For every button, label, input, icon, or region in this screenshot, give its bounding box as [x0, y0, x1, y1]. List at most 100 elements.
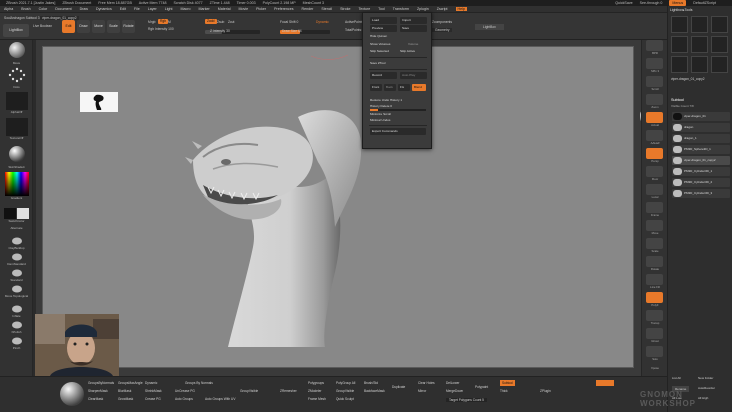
- menu-color[interactable]: Color: [39, 7, 48, 11]
- thick-button[interactable]: Thick: [500, 389, 508, 393]
- front-button[interactable]: Front: [370, 84, 382, 91]
- frame-button[interactable]: [646, 202, 663, 213]
- move-view-button[interactable]: [646, 220, 663, 231]
- mrgb-toggle[interactable]: Mrgb: [148, 20, 156, 24]
- subtool-row[interactable]: PM3D_Cylinder3D_2: [672, 178, 730, 187]
- subtool-row[interactable]: viper-dragon_01: [672, 112, 730, 121]
- tool-thumbnail-8[interactable]: [691, 56, 708, 73]
- skip-active-item[interactable]: Skip Active: [400, 48, 415, 54]
- brush-standard[interactable]: Standard: [3, 268, 30, 282]
- menu-file[interactable]: File: [134, 7, 140, 11]
- scale-view-button[interactable]: [646, 238, 663, 249]
- color-picker[interactable]: Gradient: [3, 172, 30, 200]
- grow-mask-button[interactable]: GrowMask: [118, 397, 133, 401]
- menu-light[interactable]: Light: [165, 7, 173, 11]
- bottom-orange-toggle[interactable]: [596, 380, 614, 386]
- group-visible-button[interactable]: GroupVisible: [240, 389, 258, 393]
- auto-groups-button[interactable]: Auto Groups: [175, 397, 193, 401]
- brush-pinch[interactable]: Pinch: [3, 336, 30, 350]
- clear-holes-button[interactable]: Clear Holes: [418, 381, 435, 385]
- tool-thumbnail-6[interactable]: [711, 36, 728, 53]
- target-polygons-slider[interactable]: Target Polygons Count 5: [446, 398, 487, 402]
- tool-thumbnail-1[interactable]: [671, 16, 688, 33]
- volume-item[interactable]: Volume: [408, 41, 418, 47]
- quick-sculpt-button[interactable]: Quick Sculpt: [336, 397, 354, 401]
- crease-pg-button[interactable]: Crease PG: [145, 397, 161, 401]
- zremesher-button[interactable]: ZRemesher: [280, 389, 297, 393]
- brush-inflate[interactable]: Inflate: [3, 304, 30, 318]
- color-switch[interactable]: SwitchColor: [3, 208, 30, 223]
- groups-by-normals-label[interactable]: GroupsByNormals: [88, 381, 114, 385]
- rgb-toggle[interactable]: Rgb: [158, 19, 169, 24]
- save-ztool-item[interactable]: Save ZTool: [370, 60, 428, 66]
- actual-button[interactable]: [646, 112, 663, 123]
- zcomponents-label[interactable]: Zcomponents: [432, 20, 452, 24]
- menu-movie[interactable]: Movie: [239, 7, 249, 11]
- lightbox-top-button[interactable]: LightBox: [475, 24, 504, 30]
- clear-mask-button[interactable]: ClearMask: [88, 397, 103, 401]
- auto-groups-uv-button[interactable]: Auto Groups With UV: [205, 397, 235, 401]
- quicksave-button[interactable]: QuickSave: [615, 1, 632, 5]
- menu-document[interactable]: Document: [55, 7, 71, 11]
- frame-mesh-button[interactable]: Frame Mesh: [308, 397, 326, 401]
- sharpen-mask-button[interactable]: SharpenMask: [88, 389, 108, 393]
- menu-help[interactable]: Help: [455, 7, 467, 11]
- spix-button[interactable]: [646, 58, 663, 69]
- save-button[interactable]: Save: [400, 25, 427, 32]
- brush-damstandard[interactable]: DamStandard: [3, 252, 30, 266]
- menu-preferences[interactable]: Preferences: [274, 7, 293, 11]
- tool-thumbnail-3[interactable]: [711, 16, 728, 33]
- brush-std-button[interactable]: Brush/Std: [364, 381, 378, 385]
- menu-tool[interactable]: Tool: [378, 7, 385, 11]
- subtool-title[interactable]: Subtool: [671, 98, 684, 102]
- zadd-toggle[interactable]: Zadd: [205, 19, 217, 24]
- tool-thumbnail-5[interactable]: [691, 36, 708, 53]
- menu-marker[interactable]: Marker: [199, 7, 210, 11]
- uncrease-pg-button[interactable]: UnCrease PG: [175, 389, 195, 393]
- menu-texture[interactable]: Texture: [358, 7, 370, 11]
- bpr-button[interactable]: [646, 40, 663, 51]
- default-script-button[interactable]: DefaultZScript: [693, 1, 716, 5]
- mirror-button[interactable]: Mirror: [418, 389, 426, 393]
- texture-slot[interactable]: TextureOff: [3, 118, 30, 140]
- edit-mode-button[interactable]: Edit: [62, 20, 75, 33]
- menu-dynamics[interactable]: Dynamics: [96, 7, 112, 11]
- menu-brush[interactable]: Brush: [21, 7, 30, 11]
- alpha-slot[interactable]: AlphaOff: [3, 92, 30, 114]
- rotate-mode-button[interactable]: Rotate: [122, 20, 135, 33]
- duplicate-button[interactable]: Duplicate: [392, 385, 405, 389]
- blend-button[interactable]: Blend: [412, 84, 426, 91]
- menu-edit[interactable]: Edit: [120, 7, 126, 11]
- scroll-button[interactable]: [646, 76, 663, 87]
- back-button[interactable]: Back: [384, 84, 396, 91]
- zsub-toggle[interactable]: Zsub: [217, 20, 224, 24]
- stroke-slot[interactable]: Dots: [3, 66, 30, 89]
- menu-draw[interactable]: Draw: [80, 7, 88, 11]
- subtool-row[interactable]: PM3D_Sphere3D_1: [672, 145, 730, 154]
- subtool-row[interactable]: dragon_1: [672, 134, 730, 143]
- brush-claybuildup[interactable]: ClayBuildup: [3, 236, 30, 250]
- move-mode-button[interactable]: Move: [92, 20, 105, 33]
- export-commands-button[interactable]: Export Commands: [370, 128, 426, 135]
- transp-button[interactable]: [646, 310, 663, 321]
- menu-render[interactable]: Render: [302, 7, 314, 11]
- solo-button[interactable]: [646, 346, 663, 357]
- preview-button[interactable]: Preview: [370, 25, 397, 32]
- aahalf-button[interactable]: [646, 130, 663, 141]
- del-lower-button[interactable]: DelLower: [446, 381, 459, 385]
- document-canvas[interactable]: [42, 46, 634, 368]
- skip-selected-item[interactable]: Skip Selected: [370, 48, 389, 54]
- linefill-button[interactable]: [646, 274, 663, 285]
- menu-stencil[interactable]: Stencil: [321, 7, 332, 11]
- menu-layer[interactable]: Layer: [148, 7, 157, 11]
- menu-stroke[interactable]: Stroke: [340, 7, 350, 11]
- polygroups-button[interactable]: Polygroups: [308, 381, 324, 385]
- draw-mode-button[interactable]: Draw: [77, 20, 90, 33]
- menu-material[interactable]: Material: [218, 7, 231, 11]
- list-all-button[interactable]: List All: [672, 376, 681, 380]
- groups-by-normals-button[interactable]: Groups By Normals: [185, 381, 213, 385]
- groups-max-angle-label[interactable]: GroupsMaxAngle: [118, 381, 143, 385]
- zoom-button[interactable]: [646, 94, 663, 105]
- mergedown-button[interactable]: MergeDown: [446, 389, 463, 393]
- import-button[interactable]: Import: [400, 17, 427, 24]
